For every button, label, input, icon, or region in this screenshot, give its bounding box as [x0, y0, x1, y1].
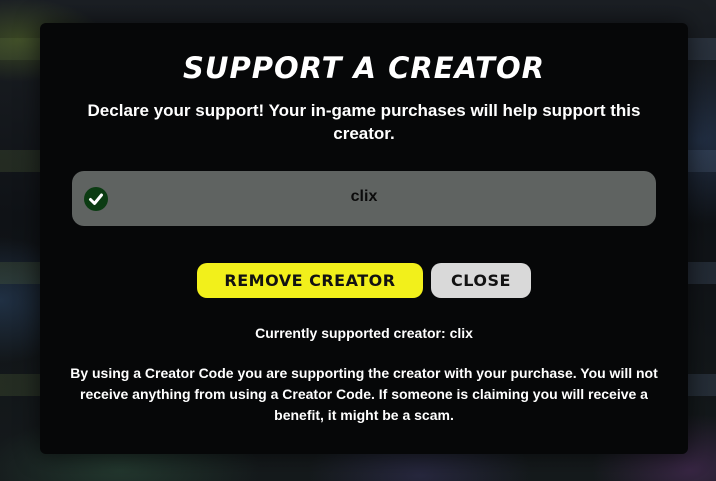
creator-code-field[interactable]: clix: [72, 171, 656, 226]
current-creator-line: Currently supported creator: clix: [40, 325, 688, 341]
creator-code-disclaimer: By using a Creator Code you are supporti…: [70, 365, 658, 423]
modal-subtitle: Declare your support! Your in-game purch…: [87, 101, 641, 143]
current-creator-label: Currently supported creator:: [255, 325, 446, 341]
remove-creator-button[interactable]: REMOVE CREATOR: [197, 263, 423, 298]
current-creator-name: clix: [449, 325, 473, 341]
close-button[interactable]: CLOSE: [431, 263, 531, 298]
support-creator-modal: SUPPORT A CREATOR Declare your support! …: [40, 23, 688, 454]
creator-code-value: clix: [350, 188, 378, 205]
modal-title: SUPPORT A CREATOR: [183, 51, 545, 85]
